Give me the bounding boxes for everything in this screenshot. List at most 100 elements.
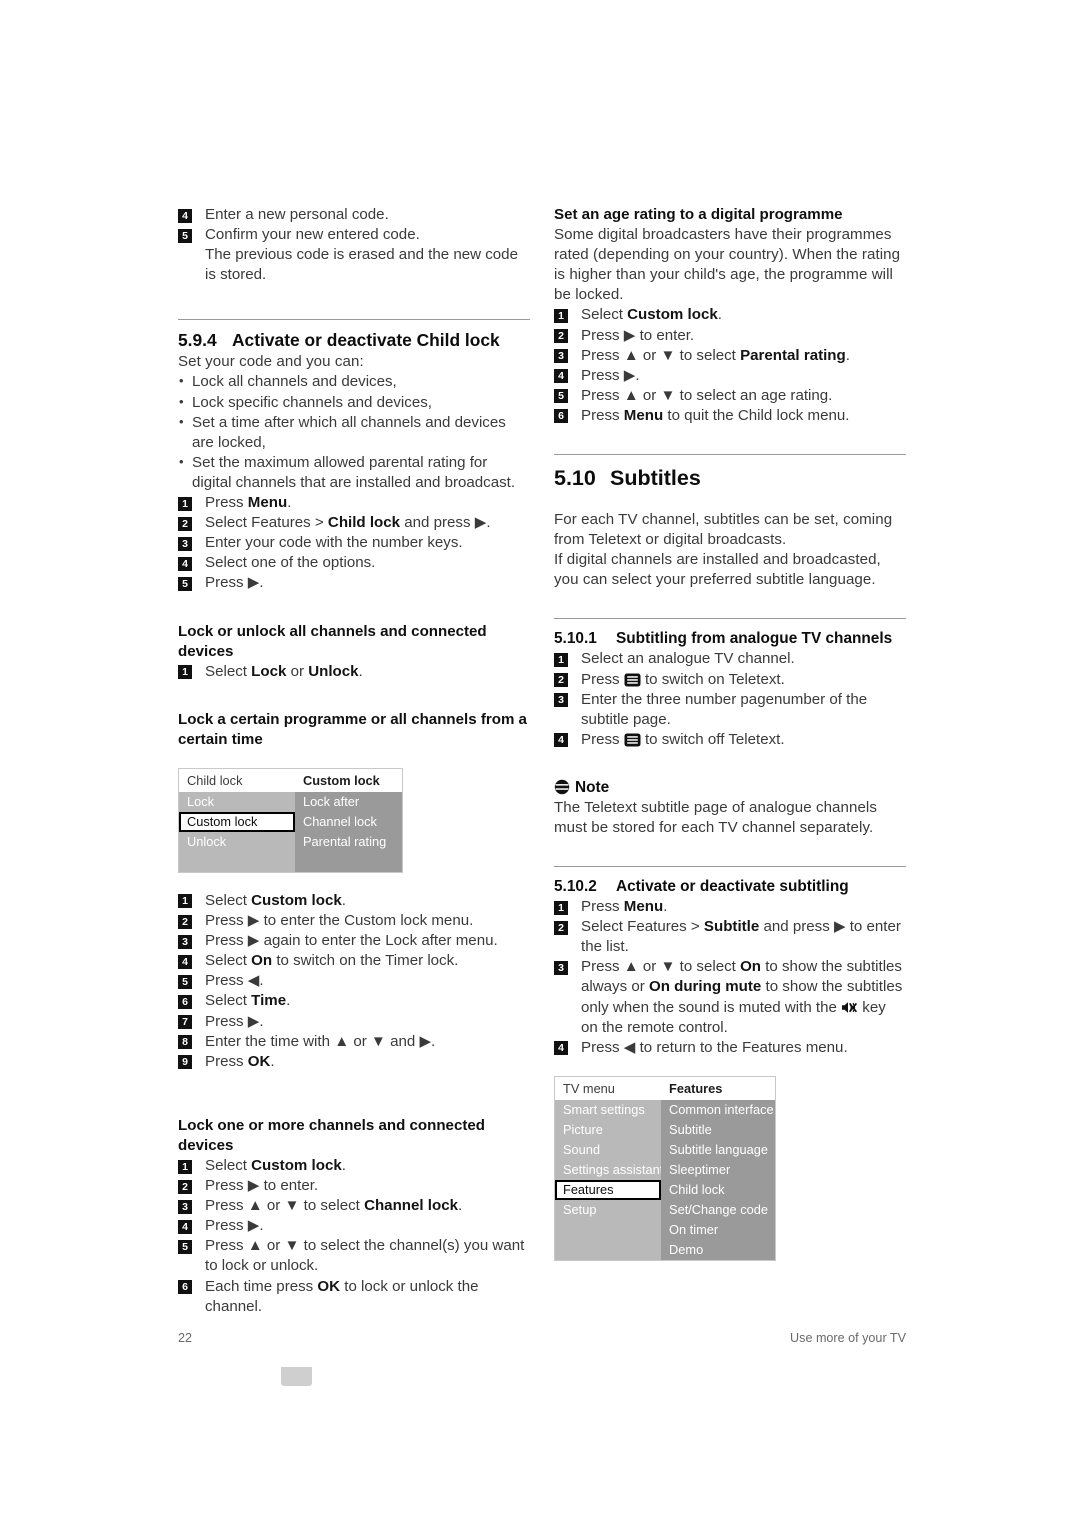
menu-item-subtitle[interactable]: Subtitle [661, 1119, 775, 1140]
list-item: 5 Press ▲ or ▼ to select the channel(s) y… [178, 1236, 530, 1276]
list-item: 2 Select Features > Subtitle and press ▶ … [554, 917, 906, 957]
step-text: Press ▶. [581, 366, 640, 384]
menu-item-on-timer[interactable]: On timer [661, 1219, 775, 1240]
menu-item-common-interface[interactable]: Common interface [661, 1099, 775, 1120]
section-heading-594: 5.9.4 Activate or deactivate Child lock [178, 329, 530, 352]
step-bold-term: OK [317, 1277, 341, 1295]
step-text: Select an analogue TV channel. [581, 650, 795, 668]
menu-item-picture[interactable]: Picture [555, 1119, 662, 1140]
step-text: Press [581, 730, 624, 748]
menu-item-set-change-code[interactable]: Set/Change code [661, 1199, 775, 1220]
step-text: Press ▶ again to enter the Lock after me… [205, 932, 498, 950]
list-item: 3 Press ▶ again to enter the Lock after m… [178, 931, 530, 951]
step-text: Press ▶ to enter. [205, 1177, 319, 1195]
teletext-icon [624, 673, 641, 687]
step-number-marker: 7 [178, 1015, 192, 1030]
menu-header-right: Features [661, 1076, 775, 1100]
menu-item-sound[interactable]: Sound [555, 1139, 662, 1160]
step-number-marker: 5 [178, 1239, 192, 1254]
step-text: Select [205, 952, 252, 970]
step-text: Press ▲ or ▼ to select an age rating. [581, 386, 833, 404]
step-text: Select [581, 306, 628, 324]
step-text: Press ▶. [205, 574, 264, 592]
section-number: 5.10.1 [554, 630, 597, 648]
menu-item-features-selected[interactable]: Features [555, 1179, 662, 1200]
step-number-marker: 3 [554, 349, 568, 364]
step-bold-term: Channel lock [364, 1197, 459, 1215]
step-number-marker: 2 [554, 329, 568, 344]
step-number-marker: 2 [554, 673, 568, 687]
step-text: Press ◀. [205, 972, 264, 990]
step-text-tail: . [663, 898, 668, 916]
menu-row-empty [179, 851, 402, 872]
step-number-marker: 5 [178, 974, 192, 989]
list-item: 4 Select On to switch on the Timer lock. [178, 951, 530, 971]
menu-item-empty-left [179, 851, 295, 872]
step-text: Press [205, 494, 248, 512]
step-number-marker: 6 [554, 409, 568, 424]
menu-item-parental-rating[interactable]: Parental rating [294, 831, 402, 852]
step-text: Enter your code with the number keys. [205, 534, 463, 552]
step-text: Press [581, 898, 624, 916]
list-item: 4 Press ▶. [178, 1216, 530, 1236]
step-text: Press ▶. [205, 1012, 264, 1030]
step-text: Confirm your new entered code. [205, 226, 420, 244]
step-text-tail: . [270, 1052, 275, 1070]
menu-item-setup[interactable]: Setup [555, 1199, 662, 1220]
activate-subtitling-step-list: 1 Press Menu. 2 Select Features > Subtitle… [554, 897, 906, 1058]
subheading-lock-one-more: Lock one or more channels and connected … [178, 1116, 485, 1154]
menu-row: Demo [555, 1239, 775, 1260]
menu-item-smart-settings[interactable]: Smart settings [555, 1099, 662, 1120]
running-title: Use more of your TV [790, 1331, 906, 1345]
list-item: 1 Select Custom lock. [554, 305, 906, 325]
list-item: 5 Confirm your new entered code. [178, 225, 530, 245]
menu-item-empty-left-2 [555, 1239, 662, 1260]
step-number-marker: 4 [554, 1041, 568, 1056]
lock-all-step-list: 1 Select Lock or Unlock. [178, 662, 530, 682]
list-item: 6 Press Menu to quit the Child lock menu. [554, 406, 906, 426]
menu-item-channel-lock[interactable]: Channel lock [294, 811, 402, 832]
menu-item-child-lock[interactable]: Child lock [661, 1179, 775, 1200]
menu-item-empty-left [555, 1219, 662, 1240]
step-text: Select [205, 662, 252, 680]
step-number-marker: 5 [178, 576, 192, 591]
list-item: 1 Select Custom lock. [178, 1156, 530, 1176]
menu-row: Smart settings Common interface [555, 1099, 775, 1120]
menu-row: Sound Subtitle language [555, 1139, 775, 1160]
step-bold-term: Child lock [327, 514, 401, 532]
menu-item-sleeptimer[interactable]: Sleeptimer [661, 1159, 775, 1180]
menu-header-row: TV menu Features [555, 1076, 775, 1100]
menu-item-unlock[interactable]: Unlock [179, 831, 295, 852]
menu-item-lock-after[interactable]: Lock after [294, 791, 402, 812]
step-number-marker: 8 [178, 1035, 192, 1050]
step-bold-term: On [251, 952, 273, 970]
menu-item-custom-lock-selected[interactable]: Custom lock [179, 811, 295, 832]
page-footer: 22 Use more of your TV [178, 1331, 906, 1345]
menu-item-lock[interactable]: Lock [179, 791, 295, 812]
section-heading-5101: 5.10.1 Subtitling from analogue TV channe… [554, 628, 906, 649]
step-number-marker: 5 [178, 228, 192, 243]
subheading-lock-all: Lock or unlock all channels and connecte… [178, 622, 487, 660]
tv-menu-screenshot: TV menu Features Smart settings Common i… [554, 1075, 776, 1261]
step-text: Press ◀ to return to the Features menu. [581, 1038, 848, 1056]
section-title: Subtitles [610, 466, 701, 491]
step-continuation-text: The previous code is erased and the new … [205, 246, 518, 284]
step-bold-term: Custom lock [627, 306, 718, 324]
step-text: Press ▲ or ▼ to select [581, 958, 741, 976]
step-number-marker: 2 [178, 516, 192, 531]
step-number-marker: 4 [178, 556, 192, 571]
menu-item-demo[interactable]: Demo [661, 1239, 775, 1260]
lock-certain-step-list: 1 Select Custom lock. 2 Press ▶ to enter t… [178, 891, 530, 1072]
step-text: Select [205, 992, 252, 1010]
left-column: 4 Enter a new personal code. 5 Confirm y… [178, 205, 530, 1317]
list-item: 1 Select an analogue TV channel. [554, 649, 906, 669]
step-bold-term: Menu [623, 898, 664, 916]
step-bold-term: OK [247, 1052, 271, 1070]
step-text: Enter the three number pagenumber of the… [581, 690, 868, 728]
step-number-marker: 4 [178, 208, 192, 223]
step-number-marker: 3 [178, 934, 192, 949]
menu-item-settings-assistant[interactable]: Settings assistant [555, 1159, 662, 1180]
menu-item-subtitle-language[interactable]: Subtitle language [661, 1139, 775, 1160]
step-number-marker: 1 [178, 1159, 192, 1174]
step-bold-term-2: Unlock [308, 662, 359, 680]
